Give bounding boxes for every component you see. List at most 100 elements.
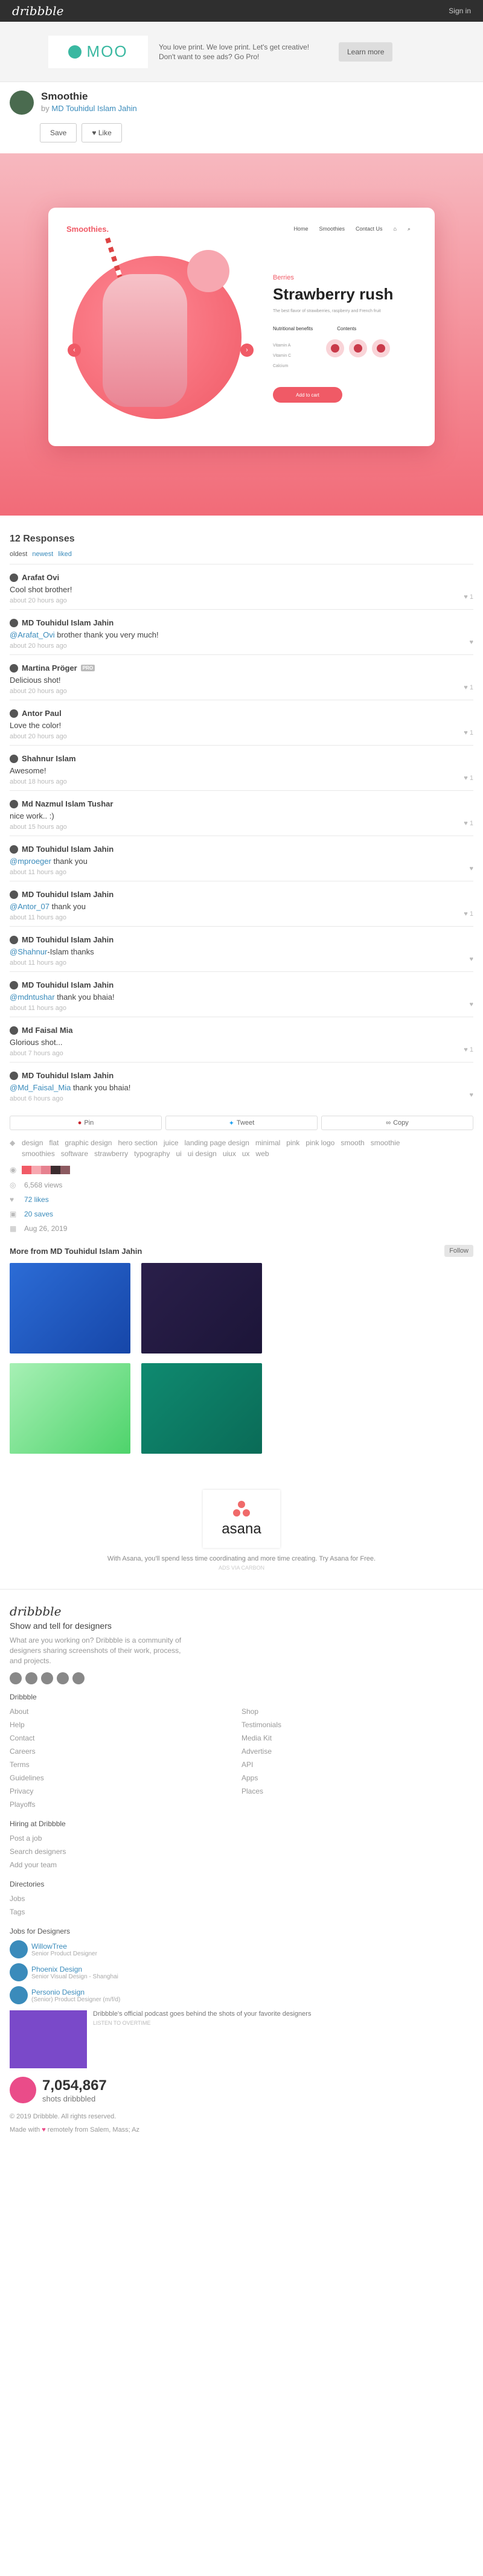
pinterest-icon[interactable] [72,1672,85,1684]
tag-link[interactable]: strawberry [94,1149,128,1158]
podcast-link[interactable]: LISTEN TO OVERTIME [93,2020,311,2026]
sort-newest[interactable]: newest [32,551,53,558]
job-listing[interactable]: Personio Design (Senior) Product Designer… [10,1986,473,2004]
comment-like[interactable]: ♥ [469,865,473,872]
author-link[interactable]: MD Touhidul Islam Jahin [51,104,136,113]
footer-link[interactable]: Guidelines [10,1771,242,1785]
commenter-avatar[interactable] [10,890,18,899]
footer-logo[interactable]: dribbble [10,1604,473,1619]
footer-link[interactable]: Privacy [10,1785,242,1798]
comment-like[interactable]: ♥ [469,1001,473,1008]
commenter-avatar[interactable] [10,1071,18,1080]
sign-in-link[interactable]: Sign in [449,7,471,15]
comment-like[interactable]: ♥ [469,1091,473,1099]
commenter-name[interactable]: Shahnur Islam [22,754,76,763]
color-swatch[interactable] [51,1166,60,1174]
commenter-name[interactable]: MD Touhidul Islam Jahin [22,935,114,944]
tag-link[interactable]: smoothies [22,1149,55,1158]
footer-link[interactable]: Jobs [10,1892,473,1905]
footer-link[interactable]: Help [10,1718,242,1731]
commenter-avatar[interactable] [10,618,18,627]
mention-link[interactable]: @Antor_07 [10,902,50,911]
job-listing[interactable]: Phoenix Design Senior Visual Design - Sha… [10,1963,473,1981]
footer-link[interactable]: Media Kit [242,1731,473,1745]
comment-like[interactable]: ♥ 1 [464,1046,473,1053]
tag-link[interactable]: smoothie [371,1139,400,1147]
save-button[interactable]: Save [40,123,77,142]
commenter-avatar[interactable] [10,935,18,944]
more-shot-thumbnail[interactable] [10,1363,130,1454]
comment-like[interactable]: ♥ 1 [464,820,473,827]
tag-link[interactable]: design [22,1139,43,1147]
comment-like[interactable]: ♥ 1 [464,684,473,691]
tag-link[interactable]: flat [49,1139,59,1147]
commenter-name[interactable]: Antor Paul [22,709,62,718]
saves-count[interactable]: 20 saves [24,1210,53,1218]
tag-link[interactable]: ui [176,1149,181,1158]
tag-link[interactable]: smooth [341,1139,364,1147]
commenter-name[interactable]: MD Touhidul Islam Jahin [22,618,114,627]
moo-logo[interactable]: MOO [48,35,148,68]
tag-link[interactable]: ux [242,1149,250,1158]
comment-like[interactable]: ♥ 1 [464,729,473,737]
commenter-avatar[interactable] [10,1026,18,1035]
ads-via-carbon[interactable]: ADS VIA CARBON [10,1565,473,1571]
learn-more-button[interactable]: Learn more [339,42,393,62]
commenter-name[interactable]: MD Touhidul Islam Jahin [22,890,114,899]
commenter-name[interactable]: Md Nazmul Islam Tushar [22,799,113,808]
mention-link[interactable]: @Arafat_Ovi [10,630,55,639]
commenter-name[interactable]: Martina Pröger [22,663,77,673]
commenter-name[interactable]: MD Touhidul Islam Jahin [22,1071,114,1080]
tag-link[interactable]: uiux [223,1149,236,1158]
facebook-icon[interactable] [41,1672,53,1684]
footer-link[interactable]: Add your team [10,1858,473,1871]
commenter-name[interactable]: MD Touhidul Islam Jahin [22,980,114,989]
comment-like[interactable]: ♥ 1 [464,775,473,782]
commenter-avatar[interactable] [10,980,18,989]
more-shot-thumbnail[interactable] [141,1263,262,1354]
footer-link[interactable]: Shop [242,1705,473,1718]
footer-link[interactable]: Playoffs [10,1798,242,1811]
dribbble-logo[interactable]: dribbble [12,4,63,18]
footer-link[interactable]: Search designers [10,1845,473,1858]
footer-link[interactable]: Contact [10,1731,242,1745]
copy-button[interactable]: ∞ Copy [321,1116,473,1130]
twitter-icon[interactable] [25,1672,37,1684]
color-swatch[interactable] [31,1166,41,1174]
footer-link[interactable]: Terms [10,1758,242,1771]
podcast-logo[interactable] [10,2010,87,2068]
footer-link[interactable]: Places [242,1785,473,1798]
sort-oldest[interactable]: oldest [10,551,27,558]
dribbble-icon[interactable] [10,1672,22,1684]
comment-like[interactable]: ♥ 1 [464,593,473,601]
ad-subtext[interactable]: Don't want to see ads? Go Pro! [159,52,328,62]
mention-link[interactable]: @Md_Faisal_Mia [10,1083,71,1092]
sort-liked[interactable]: liked [58,551,72,558]
shot-image[interactable]: Smoothies. Home Smoothies Contact Us ⌂ ⌕… [0,153,483,516]
footer-link[interactable]: Tags [10,1905,473,1919]
commenter-name[interactable]: Md Faisal Mia [22,1026,73,1035]
tag-link[interactable]: minimal [255,1139,280,1147]
tag-link[interactable]: graphic design [65,1139,112,1147]
tag-link[interactable]: hero section [118,1139,157,1147]
more-shot-thumbnail[interactable] [141,1363,262,1454]
pin-button[interactable]: ● Pin [10,1116,162,1130]
color-swatch[interactable] [22,1166,31,1174]
footer-link[interactable]: Advertise [242,1745,473,1758]
tag-link[interactable]: juice [164,1139,179,1147]
footer-link[interactable]: Testimonials [242,1718,473,1731]
tag-link[interactable]: pink [286,1139,299,1147]
footer-link[interactable]: Apps [242,1771,473,1785]
instagram-icon[interactable] [57,1672,69,1684]
color-swatch[interactable] [70,1166,80,1174]
commenter-name[interactable]: Arafat Ovi [22,573,59,582]
likes-count[interactable]: 72 likes [24,1195,49,1204]
footer-link[interactable]: Careers [10,1745,242,1758]
color-swatch[interactable] [41,1166,51,1174]
commenter-avatar[interactable] [10,573,18,582]
tag-link[interactable]: web [256,1149,269,1158]
color-swatch[interactable] [60,1166,70,1174]
asana-ad-text[interactable]: With Asana, you'll spend less time coord… [10,1555,473,1562]
comment-like[interactable]: ♥ 1 [464,910,473,918]
tag-link[interactable]: software [61,1149,88,1158]
